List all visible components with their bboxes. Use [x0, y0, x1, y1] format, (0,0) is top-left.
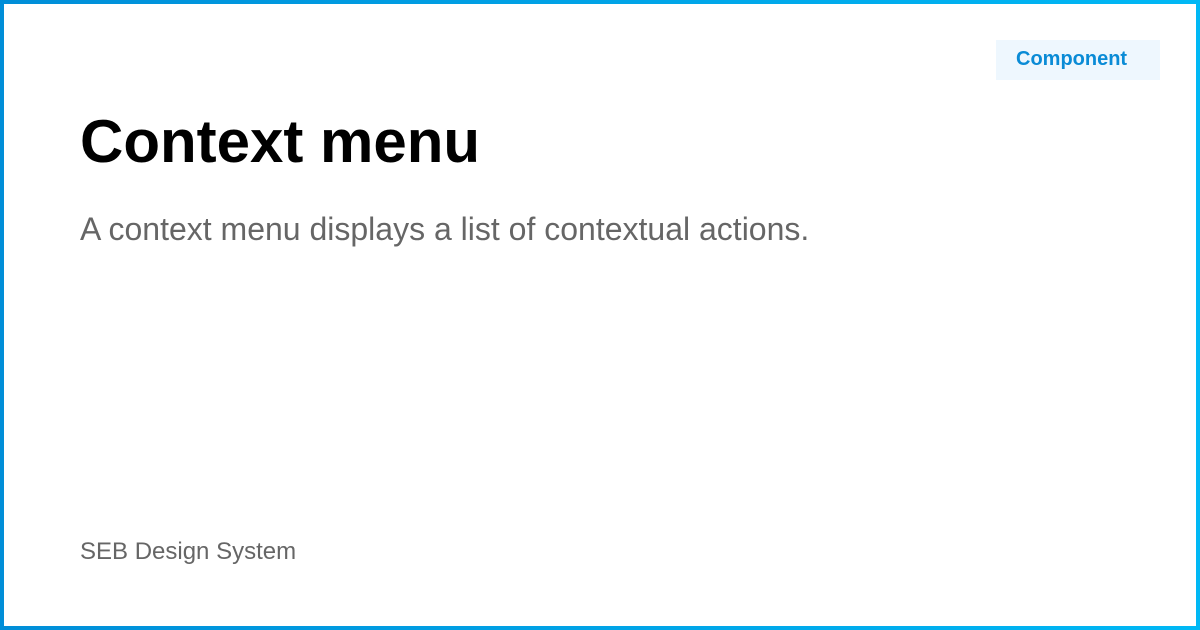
component-preview-card: Component Context menu A context menu di…	[0, 0, 1200, 630]
page-description: A context menu displays a list of contex…	[80, 211, 810, 247]
design-system-name: SEB Design System	[80, 538, 297, 565]
component-badge: Component	[996, 40, 1160, 80]
page-title: Context menu	[80, 108, 481, 175]
